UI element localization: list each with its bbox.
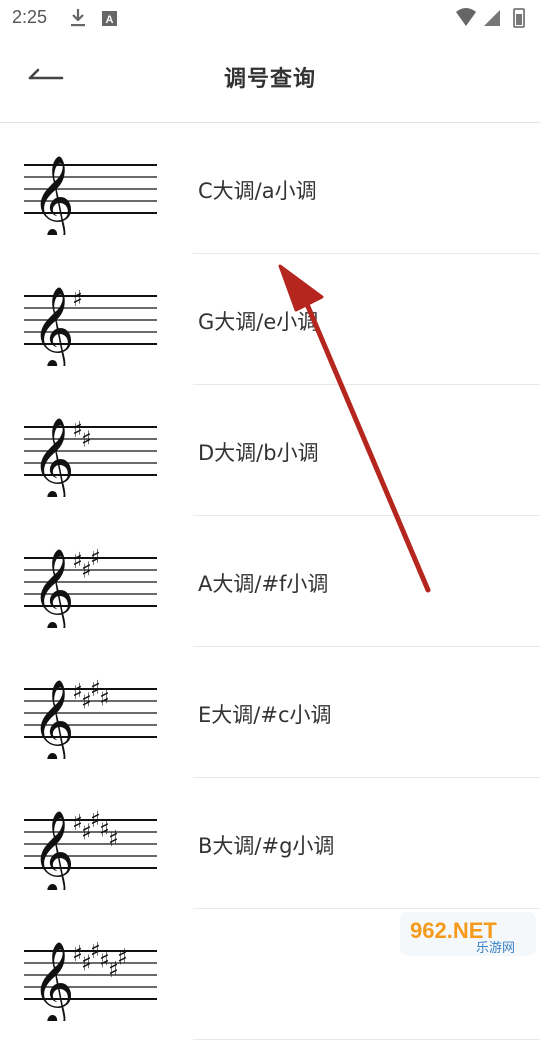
treble-clef-icon: 𝄞: [32, 678, 75, 759]
staff-key-signature-icon: 𝄞♯♯: [24, 416, 157, 497]
watermark-caption: 乐游网: [476, 941, 515, 956]
treble-clef-icon: 𝄞: [32, 154, 75, 235]
staff-key-signature-icon: 𝄞♯♯♯♯♯♯: [24, 939, 157, 1021]
key-list-item[interactable]: 𝄞 ♯ ♯ ♯ ♯ ♯ B大调/#g小调: [0, 778, 540, 909]
staff-key-signature-icon: 𝄞♯♯♯♯: [24, 677, 157, 759]
key-list-item[interactable]: 𝄞 C大调/a小调: [0, 123, 540, 254]
signal-wifi-battery-icon: [456, 8, 525, 28]
key-label: A大调/#f小调: [198, 572, 329, 596]
sharp-icon: ♯: [81, 427, 92, 452]
sharp-icon: ♯: [108, 827, 119, 852]
watermark-brand: 962.NET: [410, 918, 497, 943]
key-label: B大调/#g小调: [198, 834, 335, 858]
key-signature-list: 𝄞 C大调/a小调 𝄞 ♯ G大调/e小调 𝄞 ♯ ♯ D大调/b小调 𝄞 ♯ ♯ ♯ A大调/#f小调 𝄞…: [0, 123, 540, 1040]
treble-clef-icon: 𝄞: [32, 285, 75, 366]
sharp-icon: ♯: [72, 287, 83, 312]
sharp-icon: ♯: [117, 946, 128, 971]
treble-clef-icon: 𝄞: [32, 416, 75, 497]
status-notification-icons: A: [68, 6, 128, 34]
app-bar: 调号查询: [0, 36, 540, 123]
staff-key-signature-icon: 𝄞♯♯♯♯♯: [24, 808, 157, 890]
key-list-item[interactable]: 𝄞 ♯ ♯ ♯ A大调/#f小调: [0, 516, 540, 647]
staff-key-signature-icon: 𝄞♯♯♯: [24, 546, 157, 628]
watermark-logo: 962.NET 乐游网: [400, 912, 536, 956]
treble-clef-icon: 𝄞: [32, 940, 75, 1021]
key-list-item[interactable]: 𝄞 ♯ ♯ D大调/b小调: [0, 385, 540, 516]
sharp-icon: ♯: [99, 687, 110, 712]
key-list-item[interactable]: 𝄞 ♯ ♯ ♯ ♯ E大调/#c小调: [0, 647, 540, 778]
staff-key-signature-icon: 𝄞: [24, 154, 157, 235]
sharp-icon: ♯: [90, 546, 101, 571]
status-time: 2:25: [12, 7, 48, 27]
treble-clef-icon: 𝄞: [32, 809, 75, 890]
svg-text:A: A: [106, 14, 114, 26]
key-list-item[interactable]: 𝄞 ♯ G大调/e小调: [0, 254, 540, 385]
key-label: G大调/e小调: [198, 310, 319, 334]
status-system-icons: [454, 6, 530, 34]
status-bar: 2:25 A: [0, 0, 540, 36]
key-label: C大调/a小调: [198, 179, 317, 203]
key-label: E大调/#c小调: [198, 703, 332, 727]
treble-clef-icon: 𝄞: [32, 547, 75, 628]
staff-key-signature-icon: 𝄞♯: [24, 285, 157, 366]
download-icon: A: [71, 9, 117, 27]
page-title: 调号查询: [223, 67, 316, 92]
key-label: D大调/b小调: [198, 441, 319, 465]
